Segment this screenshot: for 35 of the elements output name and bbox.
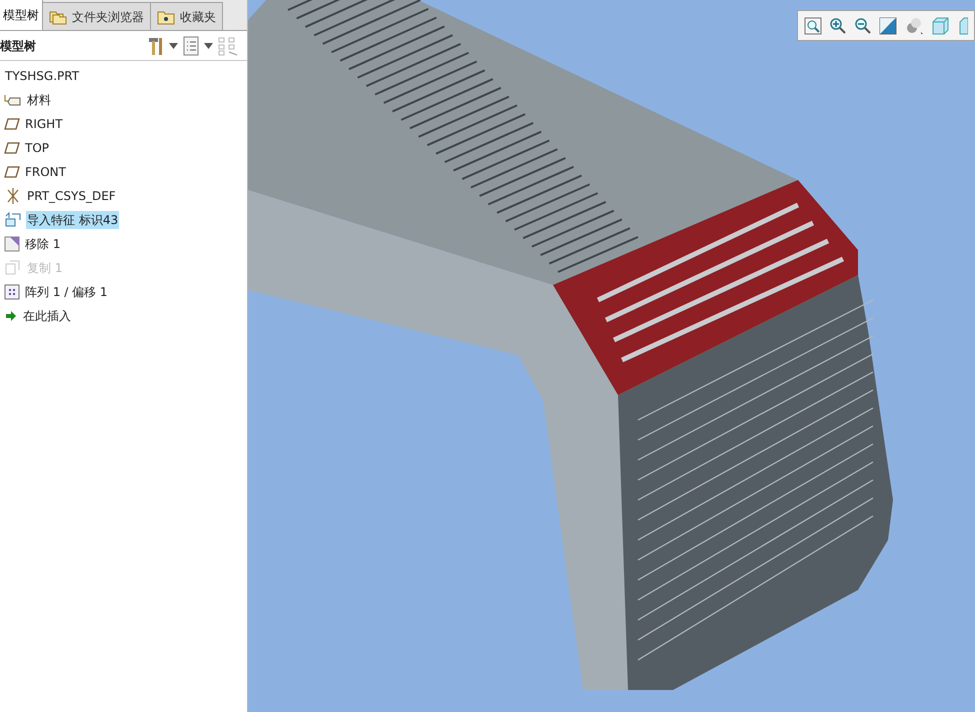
tree-item[interactable]: 移除 1 <box>24 235 62 253</box>
tree-item[interactable]: TOP <box>24 139 50 157</box>
list-icon[interactable] <box>182 36 200 56</box>
tree-item[interactable]: 阵列 1 / 偏移 1 <box>24 283 109 301</box>
tree-item[interactable]: TYSHSG.PRT <box>4 67 80 85</box>
tree-item[interactable]: 导入特征 标识43 <box>26 211 120 229</box>
tools-icon[interactable] <box>147 36 165 56</box>
plane-icon <box>4 118 20 130</box>
copy-icon <box>4 260 22 276</box>
tree-item[interactable]: 材料 <box>26 91 52 109</box>
caret-icon[interactable] <box>204 42 213 48</box>
zoom-fit-icon[interactable] <box>804 16 822 34</box>
plane-icon <box>4 142 20 154</box>
panel-tab[interactable]: 模型树 <box>0 0 43 30</box>
tree-item[interactable]: RIGHT <box>24 115 64 133</box>
panel-tab[interactable]: 收藏夹 <box>151 2 223 30</box>
shading-icon[interactable] <box>904 16 924 34</box>
zoom-out-icon[interactable] <box>854 16 872 34</box>
pattern-icon <box>4 284 20 300</box>
tag-icon <box>4 93 22 107</box>
cube-icon[interactable] <box>931 16 951 34</box>
cut-block-icon <box>4 236 20 252</box>
caret-icon[interactable] <box>169 42 178 48</box>
arrow-icon <box>4 309 18 323</box>
zoom-in-icon[interactable] <box>829 16 847 34</box>
panel-title: 模型树 <box>0 38 36 54</box>
cube-icon[interactable] <box>958 16 968 34</box>
import-icon <box>4 212 22 228</box>
tree-item[interactable]: PRT_CSYS_DEF <box>26 187 117 205</box>
tree-item[interactable]: FRONT <box>24 163 67 181</box>
folders-icon <box>49 8 67 24</box>
tree-item[interactable]: 在此插入 <box>22 307 72 325</box>
refit-icon[interactable] <box>879 16 897 34</box>
plane-icon <box>4 166 20 178</box>
panel-tab[interactable]: 文件夹浏览器 <box>43 2 151 30</box>
